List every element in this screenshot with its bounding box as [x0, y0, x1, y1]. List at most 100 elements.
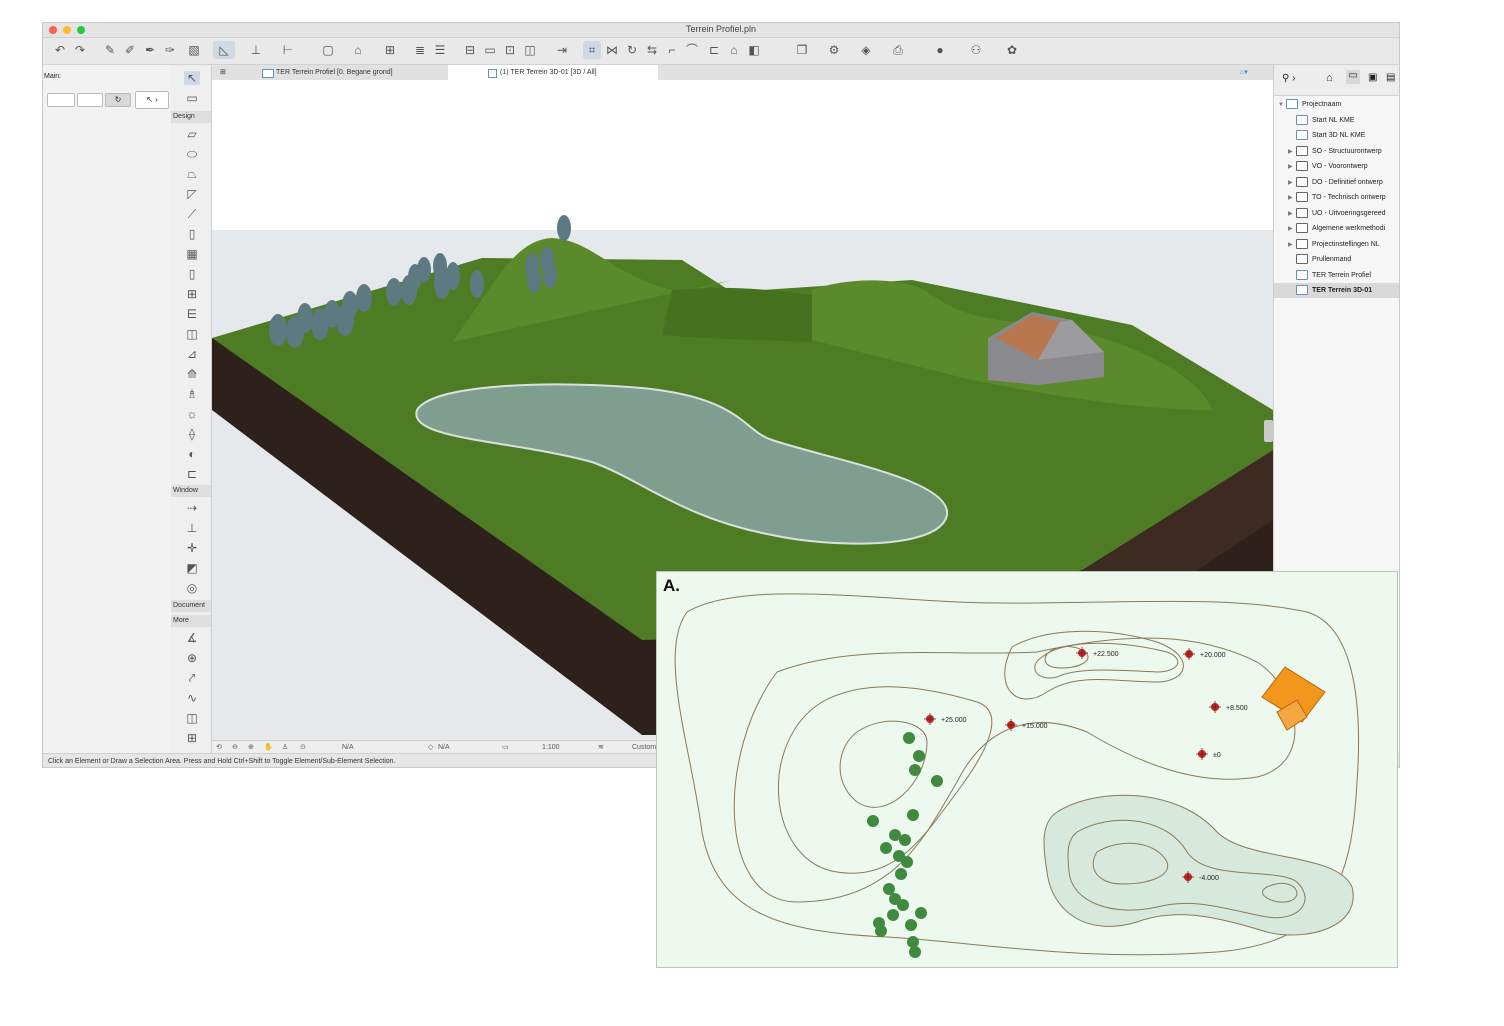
- offset-icon[interactable]: ⇥: [555, 43, 569, 57]
- navigator-item[interactable]: ▶ Projectinstellingen NL: [1288, 237, 1380, 252]
- rotate-tool-icon[interactable]: ↻: [105, 93, 131, 107]
- arrow-tool-icon[interactable]: ↖: [184, 71, 200, 85]
- layout-book-icon[interactable]: ▣: [1368, 72, 1377, 83]
- group-icon[interactable]: ⊞: [383, 43, 397, 57]
- figure-tool-icon[interactable]: ◩: [184, 561, 200, 575]
- corner-window-tool-icon[interactable]: ⊏: [184, 467, 200, 481]
- camera-icon[interactable]: ⎙: [891, 43, 905, 57]
- elevation-dimension-tool-icon[interactable]: ⤤: [184, 671, 200, 685]
- color-wheel-icon[interactable]: ✿: [1005, 43, 1019, 57]
- view-map-icon[interactable]: ▭: [1346, 70, 1360, 84]
- syringe-icon[interactable]: ✑: [163, 43, 177, 57]
- floor-selector[interactable]: [77, 93, 103, 107]
- wall-tool-icon[interactable]: ▱: [184, 127, 200, 141]
- column-tool-icon[interactable]: ▯: [184, 227, 200, 241]
- viewport-side-handle[interactable]: [1264, 420, 1273, 442]
- lamp-tool-icon[interactable]: ☼: [184, 407, 200, 421]
- grid-element-tool-icon[interactable]: ◎: [184, 581, 200, 595]
- arrow-tool-icon[interactable]: ◺: [217, 43, 231, 57]
- rotate-icon[interactable]: ↻: [625, 43, 639, 57]
- mesh-tool-icon[interactable]: ⊿: [184, 347, 200, 361]
- level-dimension-tool-icon[interactable]: ⊥: [184, 521, 200, 535]
- dimension-tool-icon[interactable]: ⇢: [184, 501, 200, 515]
- navigator-item[interactable]: ▶ SO - Structuurontwerp: [1288, 144, 1382, 159]
- layer-icon[interactable]: ▢: [321, 43, 335, 57]
- window-tool-icon[interactable]: ⊞: [184, 287, 200, 301]
- navigator-item[interactable]: ▶ DO - Definitief ontwerp: [1288, 175, 1383, 190]
- navigator-toggle-icon[interactable]: ⌂▾: [1240, 65, 1248, 80]
- stack-icon[interactable]: ≣: [413, 43, 427, 57]
- view-settings-icon[interactable]: ⚙: [827, 43, 841, 57]
- pick-up-parameters-icon[interactable]: ✎: [103, 43, 117, 57]
- expand-caret-icon[interactable]: ▶: [1288, 145, 1296, 160]
- hotspot-tool-icon[interactable]: ✛: [184, 541, 200, 555]
- guide-icon[interactable]: ⊢: [281, 43, 295, 57]
- tab-grid-icon[interactable]: ⊞: [220, 65, 226, 80]
- image-icon[interactable]: ▧: [187, 43, 201, 57]
- expand-caret-icon[interactable]: ▶: [1288, 176, 1296, 191]
- expand-caret-icon[interactable]: ▶: [1288, 191, 1296, 206]
- redo-icon[interactable]: ↷: [73, 43, 87, 57]
- split-icon[interactable]: ⊡: [503, 43, 517, 57]
- navigator-item[interactable]: ▼ Projectnaam: [1278, 97, 1341, 112]
- marquee-tool-icon[interactable]: ▭: [184, 91, 200, 105]
- tab-3d-view[interactable]: (1) TER Terrein 3D-01 [3D / All]: [448, 65, 658, 80]
- angle-dimension-tool-icon[interactable]: ∡: [184, 631, 200, 645]
- arrow-selector-icon[interactable]: ↖ ›: [135, 91, 169, 109]
- project-map-icon[interactable]: ⌂: [1326, 72, 1333, 84]
- navigator-item[interactable]: ▶ TO - Technisch ontwerp: [1288, 190, 1386, 205]
- roof-icon[interactable]: ⌂: [727, 43, 741, 57]
- trim-icon[interactable]: ▭: [483, 43, 497, 57]
- stair-tool-icon[interactable]: ⋿: [184, 307, 200, 321]
- mirror-icon[interactable]: ⇆: [645, 43, 659, 57]
- roof-tool-icon[interactable]: ⏢: [184, 167, 200, 181]
- skylight-tool-icon[interactable]: ◐: [184, 447, 200, 461]
- navigator-item[interactable]: ▶ Algemene werkmethodi: [1288, 221, 1385, 236]
- elevate-icon[interactable]: ⊏: [707, 43, 721, 57]
- fillet-icon[interactable]: ⌒: [685, 43, 699, 57]
- navigator-menu-icon[interactable]: ⚲ ›: [1282, 73, 1295, 84]
- curtain-wall-tool-icon[interactable]: ▦: [184, 247, 200, 261]
- distribute-icon[interactable]: ⊟: [463, 43, 477, 57]
- radial-dimension-tool-icon[interactable]: ⊕: [184, 651, 200, 665]
- solid-icon[interactable]: ◧: [747, 43, 761, 57]
- navigator-item[interactable]: Start 3D NL KME: [1288, 128, 1365, 143]
- zone-tool-icon[interactable]: ◫: [184, 327, 200, 341]
- expand-caret-icon[interactable]: ▶: [1288, 222, 1296, 237]
- morph-tool-icon[interactable]: ⟠: [184, 427, 200, 441]
- undo-icon[interactable]: ↶: [53, 43, 67, 57]
- corner-icon[interactable]: ⌐: [665, 43, 679, 57]
- intersect-icon[interactable]: ⌗: [585, 43, 599, 57]
- teamwork-icon[interactable]: ⚇: [969, 43, 983, 57]
- door-tool-icon[interactable]: ▯: [184, 267, 200, 281]
- slab-tool-icon[interactable]: ⬭: [184, 147, 200, 161]
- tab-floor-plan[interactable]: TER Terrein Profiel [0. Begane grond]: [262, 65, 393, 80]
- navigator-item[interactable]: TER Terrein 3D-01: [1274, 283, 1399, 298]
- navigator-item[interactable]: ▶ VO - Voorontwerp: [1288, 159, 1368, 174]
- wall-end-tool-icon[interactable]: ◫: [184, 711, 200, 725]
- lock-icon[interactable]: ⌂: [351, 43, 365, 57]
- publisher-sets-icon[interactable]: ▤: [1386, 72, 1395, 83]
- layers-icon[interactable]: ❐: [795, 43, 809, 57]
- shell-tool-icon[interactable]: ◸: [184, 187, 200, 201]
- navigator-item[interactable]: Start NL KME: [1288, 113, 1355, 128]
- snap-icon[interactable]: ⊥: [249, 43, 263, 57]
- adjust-icon[interactable]: ◫: [523, 43, 537, 57]
- navigator-item[interactable]: ▶ UO - Uitvoeringsgereed: [1288, 206, 1386, 221]
- bow-tie-icon[interactable]: ⋈: [605, 43, 619, 57]
- expand-caret-icon[interactable]: ▼: [1278, 98, 1286, 113]
- align-icon[interactable]: ☰: [433, 43, 447, 57]
- expand-caret-icon[interactable]: ▶: [1288, 160, 1296, 175]
- eyedropper-icon[interactable]: ✒: [143, 43, 157, 57]
- globe-icon[interactable]: ●: [933, 43, 947, 57]
- render-icon[interactable]: ◈: [859, 43, 873, 57]
- layer-selector[interactable]: [47, 93, 75, 107]
- object-tool-icon[interactable]: ♗: [184, 387, 200, 401]
- navigator-item[interactable]: Prullenmand: [1288, 252, 1351, 267]
- spline-tool-icon[interactable]: ∿: [184, 691, 200, 705]
- navigator-item[interactable]: TER Terrein Profiel: [1288, 268, 1371, 283]
- beam-tool-icon[interactable]: ⟋: [184, 207, 200, 221]
- expand-caret-icon[interactable]: ▶: [1288, 238, 1296, 253]
- inject-parameters-icon[interactable]: ✐: [123, 43, 137, 57]
- railing-tool-icon[interactable]: ⟰: [184, 367, 200, 381]
